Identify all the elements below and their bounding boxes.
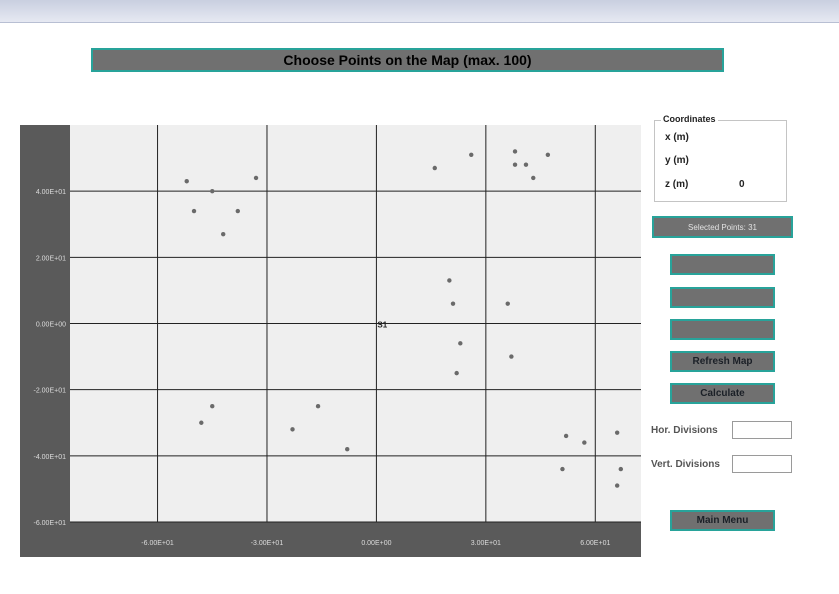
blank-button-2[interactable] [670,287,775,308]
selected-points-display: Selected Points: 31 [652,216,793,238]
data-point [618,466,624,472]
data-point [523,162,529,167]
blank-button-1[interactable] [670,254,775,275]
data-point [614,483,620,488]
data-point [432,165,437,171]
data-point [454,370,459,376]
data-point [345,447,350,452]
data-point [512,162,518,167]
data-point [469,152,474,157]
data-point [191,208,197,214]
y-tick-label: 0.00E+00 [36,322,66,329]
data-point [505,301,510,306]
data-point [315,404,321,409]
data-point [210,404,215,409]
data-point [563,433,569,439]
map-plot[interactable]: -6.00E+01 -3.00E+01 0.00E+00 3.00E+01 6.00E+… [20,125,650,557]
hor-divisions-label: Hor. Divisions [651,425,718,436]
y-tick-label: 2.00E+01 [36,255,66,262]
y-tick-label: -4.00E+01 [34,454,67,461]
data-point [450,301,456,306]
refresh-map-button[interactable]: Refresh Map [670,351,775,372]
z-coordinate-label: z (m) [665,179,689,190]
data-point [560,466,565,472]
y-coordinate-label: y (m) [665,155,689,166]
coordinates-legend: Coordinates [661,114,718,124]
z-coordinate-value: 0 [739,179,745,190]
page-title: Choose Points on the Map (max. 100) [91,48,724,72]
data-point [199,420,204,425]
data-point [290,427,295,432]
data-point [210,188,215,194]
data-point [447,278,452,283]
data-point [253,175,259,181]
x-tick-label: 3.00E+01 [471,540,501,547]
vert-divisions-input[interactable] [732,455,792,473]
data-point [184,179,189,184]
hor-divisions-input[interactable] [732,421,792,439]
vert-divisions-label: Vert. Divisions [651,459,720,470]
coordinates-panel: Coordinates x (m) y (m) z (m) 0 [654,114,787,202]
data-point [221,231,226,237]
data-point [235,208,240,214]
data-point [545,152,551,157]
data-point [582,440,587,445]
x-tick-label: -3.00E+01 [251,540,284,547]
x-tick-label: 6.00E+01 [580,540,610,547]
x-coordinate-label: x (m) [665,132,689,143]
x-tick-label: 0.00E+00 [361,540,391,547]
blank-button-3[interactable] [670,319,775,340]
data-point [531,175,536,181]
x-tick-label: -6.00E+01 [141,540,174,547]
y-tick-label: -6.00E+01 [34,520,67,527]
data-point [614,430,620,435]
data-point [509,354,514,359]
y-tick-label: 4.00E+01 [36,189,66,196]
calculate-button[interactable]: Calculate [670,383,775,404]
map-plot-frame: -6.00E+01 -3.00E+01 0.00E+00 3.00E+01 6.00E+… [20,125,650,557]
origin-label: S1 [377,321,387,330]
window-top-bar [0,0,839,23]
y-tick-label: -2.00E+01 [34,388,67,395]
data-point [512,149,518,154]
main-menu-button[interactable]: Main Menu [670,510,775,531]
data-point [458,341,463,346]
